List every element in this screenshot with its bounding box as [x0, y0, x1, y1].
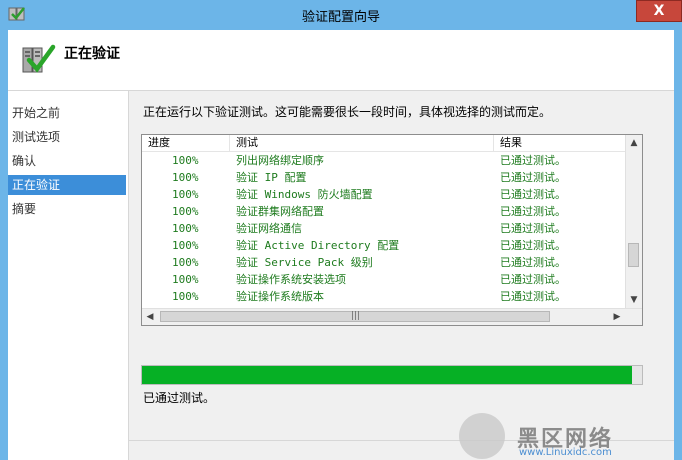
column-test[interactable]: 测试 [230, 135, 494, 151]
row-progress: 100% [172, 239, 199, 252]
wizard-window: 验证配置向导 X 正在验证 开始之前 测试选项 确认 正在验证 摘要 正在运行以… [0, 0, 682, 460]
row-result: 已通过测试。 [500, 290, 566, 303]
row-progress: 100% [172, 290, 199, 303]
row-result: 已通过测试。 [500, 188, 566, 201]
table-row[interactable]: 100% 验证 IP 配置 已通过测试。 [142, 169, 626, 186]
column-progress[interactable]: 进度 [142, 135, 230, 151]
step-confirmation[interactable]: 确认 [8, 151, 126, 171]
validation-progress-bar [141, 365, 643, 385]
window-title: 验证配置向导 [301, 10, 380, 25]
page-title: 正在验证 [64, 46, 120, 62]
row-test-name: 验证操作系统版本 [236, 290, 324, 303]
row-progress: 100% [172, 256, 199, 269]
row-progress: 100% [172, 273, 199, 286]
row-test-name: 验证网络通信 [236, 222, 302, 235]
step-before-you-begin[interactable]: 开始之前 [8, 103, 126, 123]
row-result: 已通过测试。 [500, 222, 566, 235]
row-test-name: 列出网络绑定顺序 [236, 154, 324, 167]
table-row[interactable]: 100% 验证群集网络配置 已通过测试。 [142, 203, 626, 220]
step-testing-options[interactable]: 测试选项 [8, 127, 126, 147]
row-result: 已通过测试。 [500, 273, 566, 286]
validate-servers-icon [22, 44, 56, 73]
step-summary[interactable]: 摘要 [8, 199, 126, 219]
close-button[interactable]: X [636, 0, 682, 22]
table-row[interactable]: 100% 验证操作系统版本 已通过测试。 [142, 288, 626, 305]
table-row[interactable]: 100% 验证 Active Directory 配置 已通过测试。 [142, 237, 626, 254]
horizontal-scrollbar[interactable]: ◀ ||| ▶ [142, 308, 642, 325]
vertical-scrollbar[interactable]: ▲ ▼ [625, 135, 642, 308]
row-test-name: 验证 Active Directory 配置 [236, 239, 400, 252]
table-row[interactable]: 100% 验证网络通信 已通过测试。 [142, 220, 626, 237]
scroll-right-icon[interactable]: ▶ [609, 309, 625, 325]
row-result: 已通过测试。 [500, 171, 566, 184]
description-text: 正在运行以下验证测试。这可能需要很长一段时间，具体视选择的测试而定。 [143, 105, 552, 119]
scroll-down-icon[interactable]: ▼ [626, 292, 642, 308]
row-result: 已通过测试。 [500, 256, 566, 269]
table-row[interactable]: 100% 验证 Service Pack 级别 已通过测试。 [142, 254, 626, 271]
progress-fill [142, 366, 632, 384]
row-progress: 100% [172, 205, 199, 218]
row-test-name: 验证操作系统安装选项 [236, 273, 346, 286]
step-validating[interactable]: 正在验证 [8, 175, 126, 195]
scroll-left-icon[interactable]: ◀ [142, 309, 158, 325]
vertical-scroll-thumb[interactable] [628, 243, 639, 267]
scroll-up-icon[interactable]: ▲ [626, 135, 642, 151]
table-row[interactable]: 100% 列出网络绑定顺序 已通过测试。 [142, 152, 626, 169]
watermark: 黑区网络 www.Linuxidc.com [459, 413, 673, 459]
row-result: 已通过测试。 [500, 154, 566, 167]
row-test-name: 验证 Service Pack 级别 [236, 256, 373, 269]
column-result[interactable]: 结果 [494, 135, 626, 151]
row-progress: 100% [172, 222, 199, 235]
row-test-name: 验证群集网络配置 [236, 205, 324, 218]
tests-list-view[interactable]: 进度 测试 结果 100% 列出网络绑定顺序 已通过测试。 100% 验证 IP 配置已… [141, 134, 643, 326]
status-text: 已通过测试。 [143, 391, 216, 405]
watermark-url: www.Linuxidc.com [519, 447, 612, 458]
close-icon: X [653, 3, 665, 19]
table-row[interactable]: 100% 验证操作系统安装选项 已通过测试。 [142, 271, 626, 288]
list-rows: 100% 列出网络绑定顺序 已通过测试。 100% 验证 IP 配置 已通过测试。 100%… [142, 152, 626, 307]
list-header: 进度 测试 结果 [142, 135, 626, 152]
wizard-content: 正在运行以下验证测试。这可能需要很长一段时间，具体视选择的测试而定。 进度 测试… [129, 91, 674, 460]
title-bar[interactable]: 验证配置向导 X [0, 0, 682, 30]
row-test-name: 验证 Windows 防火墙配置 [236, 188, 373, 201]
wizard-client-area: 正在验证 开始之前 测试选项 确认 正在验证 摘要 正在运行以下验证测试。这可能… [8, 30, 674, 460]
wizard-steps-sidebar: 开始之前 测试选项 确认 正在验证 摘要 [8, 91, 129, 460]
row-progress: 100% [172, 171, 199, 184]
row-result: 已通过测试。 [500, 205, 566, 218]
row-result: 已通过测试。 [500, 239, 566, 252]
watermark-logo-icon [459, 413, 505, 459]
table-row[interactable]: 100% 验证 Windows 防火墙配置 已通过测试。 [142, 186, 626, 203]
wizard-header: 正在验证 [8, 30, 674, 91]
row-test-name: 验证 IP 配置 [236, 171, 307, 184]
row-progress: 100% [172, 188, 199, 201]
row-progress: 100% [172, 154, 199, 167]
grip-icon: ||| [351, 311, 361, 321]
horizontal-scroll-thumb[interactable]: ||| [160, 311, 550, 322]
